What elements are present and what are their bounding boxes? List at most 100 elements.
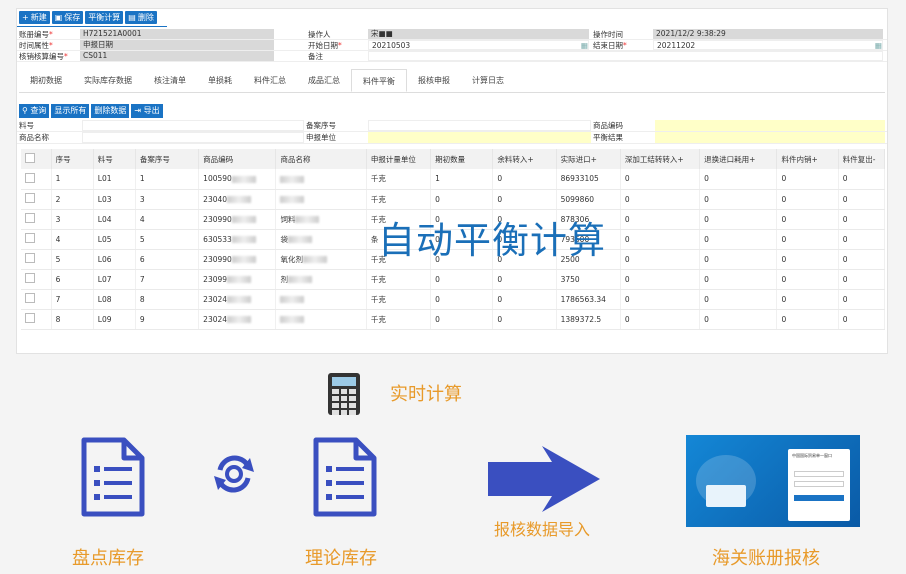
remark-field[interactable] bbox=[368, 51, 883, 61]
item-no-input[interactable] bbox=[82, 120, 304, 131]
cell-text: 0 bbox=[624, 294, 630, 304]
account-no-field[interactable]: H721521A0001 bbox=[80, 29, 274, 39]
cell-text: 千克 bbox=[370, 314, 386, 324]
tab-3[interactable]: 单损耗 bbox=[197, 69, 243, 92]
column-header[interactable]: 料件内销+ bbox=[776, 149, 839, 169]
tab-1[interactable]: 实际库存数据 bbox=[73, 69, 143, 92]
tab-0[interactable]: 期初数据 bbox=[19, 69, 73, 92]
export-button[interactable]: ⇥ 导出 bbox=[131, 104, 163, 118]
table-cell: 4 bbox=[135, 209, 200, 230]
cell-text: 0 bbox=[781, 234, 787, 244]
table-cell: 0 bbox=[699, 249, 778, 270]
table-row[interactable]: 7 L08 8 23024 千克 0 0 1786563.34 0 0 0 0 bbox=[21, 289, 886, 310]
column-header[interactable]: 商品名称 bbox=[275, 149, 367, 169]
time-attr-select[interactable]: 申报日期 bbox=[80, 40, 274, 50]
column-header[interactable]: 退换进口耗用+ bbox=[699, 149, 778, 169]
tab-2[interactable]: 核注清单 bbox=[143, 69, 197, 92]
table-row[interactable]: 1 L01 1 100590 千克 1 0 86933105 0 0 0 0 bbox=[21, 169, 886, 190]
balance-result-input[interactable] bbox=[655, 132, 885, 143]
table-cell: 0 bbox=[699, 309, 778, 330]
cell-text: 0 bbox=[781, 274, 787, 284]
table-cell: 23024 bbox=[198, 289, 277, 310]
cell-text: 4 bbox=[139, 214, 145, 224]
redacted-mask bbox=[227, 196, 252, 203]
cell-text: 23024 bbox=[203, 294, 228, 304]
column-header[interactable]: 料件复出- bbox=[838, 149, 886, 169]
table-cell: 0 bbox=[776, 189, 839, 210]
row-checkbox[interactable] bbox=[25, 293, 35, 303]
cell-text: 23024 bbox=[203, 314, 228, 324]
select-all-checkbox-header[interactable] bbox=[21, 149, 52, 169]
new-button[interactable]: + 新建 bbox=[19, 11, 50, 24]
op-time-field[interactable]: 2021/12/2 9:38:29 bbox=[653, 29, 883, 39]
column-header[interactable]: 商品编码 bbox=[198, 149, 277, 169]
verify-no-field[interactable]: CS011 bbox=[80, 51, 274, 61]
table-cell bbox=[275, 189, 367, 210]
delete-data-button[interactable]: 删除数据 bbox=[91, 104, 130, 118]
op-time-cell: 2021/12/2 9:38:29 bbox=[653, 29, 885, 39]
table-cell: 1786563.34 bbox=[556, 289, 621, 310]
cell-text: 0 bbox=[624, 214, 630, 224]
table-row[interactable]: 2 L03 3 23040 千克 0 0 5099860 0 0 0 0 bbox=[21, 189, 886, 210]
query-label: 查询 bbox=[30, 106, 47, 115]
cell-text: 0 bbox=[781, 214, 787, 224]
overlay-title: 自动平衡计算 bbox=[378, 219, 606, 262]
select-all-checkbox[interactable] bbox=[25, 153, 35, 163]
start-date-value: 20210503 bbox=[372, 41, 411, 50]
row-checkbox[interactable] bbox=[25, 233, 35, 243]
table-cell: 0 bbox=[776, 249, 839, 270]
table-cell: 1389372.5 bbox=[556, 309, 621, 330]
row-checkbox[interactable] bbox=[25, 253, 35, 263]
calendar-icon[interactable]: ▦ bbox=[875, 41, 882, 50]
cell-text: L01 bbox=[97, 174, 112, 184]
row-checkbox[interactable] bbox=[25, 313, 35, 323]
record-no-label: 备案序号 bbox=[306, 121, 336, 130]
save-button[interactable]: ▣ 保存 bbox=[51, 11, 84, 24]
row-checkbox[interactable] bbox=[25, 172, 35, 183]
balance-calc-button[interactable]: 平衡计算 bbox=[85, 11, 124, 24]
cell-text: 0 bbox=[435, 274, 440, 284]
balance-result-label: 平衡结果 bbox=[593, 133, 623, 142]
table-row[interactable]: 8 L09 9 23024 千克 0 0 1389372.5 0 0 0 0 bbox=[21, 309, 886, 330]
query-button[interactable]: ⚲ 查询 bbox=[19, 104, 50, 118]
tab-5[interactable]: 成品汇总 bbox=[297, 69, 351, 92]
operator-cell: 宋■■ bbox=[368, 29, 591, 39]
table-cell: 1 bbox=[51, 169, 94, 190]
calendar-icon[interactable]: ▦ bbox=[581, 41, 588, 50]
goods-code-input[interactable] bbox=[655, 120, 885, 131]
column-header[interactable]: 深加工结转转入+ bbox=[620, 149, 701, 169]
tab-4[interactable]: 料件汇总 bbox=[243, 69, 297, 92]
cell-text: 5 bbox=[139, 234, 145, 244]
column-header[interactable]: 备案序号 bbox=[135, 149, 200, 169]
cell-text: 230990 bbox=[203, 254, 232, 264]
delete-button[interactable]: ▤ 删除 bbox=[125, 11, 157, 24]
column-header[interactable]: 期初数量 bbox=[430, 149, 494, 169]
end-date-field[interactable]: 20211202 ▦ bbox=[653, 40, 883, 50]
show-all-button[interactable]: 显示所有 bbox=[51, 104, 90, 118]
operator-field[interactable]: 宋■■ bbox=[368, 29, 589, 39]
column-header[interactable]: 申报计量单位 bbox=[366, 149, 432, 169]
table-cell: 0 bbox=[699, 289, 778, 310]
tab-8[interactable]: 计算日志 bbox=[461, 69, 515, 92]
theory-label: 理论库存 bbox=[305, 548, 377, 569]
cell-text: 0 bbox=[435, 314, 440, 324]
column-header[interactable]: 序号 bbox=[51, 149, 94, 169]
declare-unit-input[interactable] bbox=[368, 132, 591, 143]
table-cell: 0 bbox=[620, 229, 701, 250]
column-header[interactable]: 料号 bbox=[93, 149, 136, 169]
tab-6[interactable]: 料件平衡 bbox=[351, 69, 407, 92]
cell-text: 0 bbox=[781, 254, 787, 264]
row-checkbox[interactable] bbox=[25, 213, 35, 223]
row-checkbox[interactable] bbox=[25, 193, 35, 203]
row-checkbox[interactable] bbox=[25, 273, 35, 283]
goods-name-input[interactable] bbox=[82, 132, 304, 143]
column-header[interactable]: 余料转入+ bbox=[492, 149, 557, 169]
operator-label: 操作人 bbox=[308, 29, 331, 39]
table-row[interactable]: 6 L07 7 23099 剂 千克 0 0 3750 0 0 0 0 bbox=[21, 269, 886, 290]
cell-text: 1 bbox=[55, 174, 61, 184]
start-date-field[interactable]: 20210503 ▦ bbox=[368, 40, 589, 50]
record-no-input[interactable] bbox=[368, 120, 591, 131]
column-header[interactable]: 实际进口+ bbox=[556, 149, 621, 169]
tab-7[interactable]: 报核申报 bbox=[407, 69, 461, 92]
cell-text: L04 bbox=[97, 214, 112, 224]
